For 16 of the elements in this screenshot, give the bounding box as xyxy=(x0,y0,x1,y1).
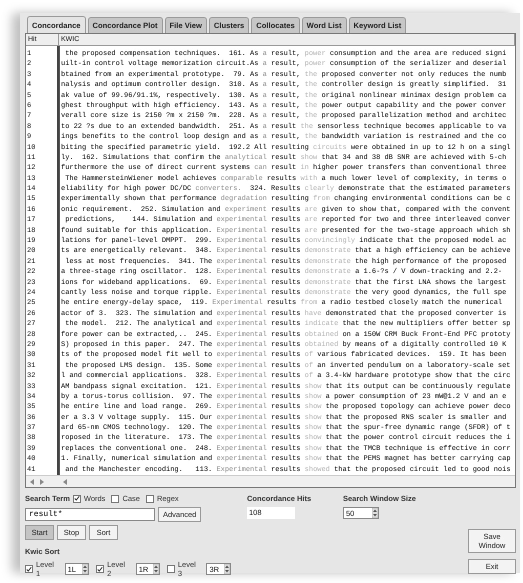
scrollbar[interactable] xyxy=(59,475,515,488)
checkbox[interactable] xyxy=(96,565,104,573)
checkbox[interactable] xyxy=(72,494,81,502)
checkbox[interactable] xyxy=(25,565,33,573)
scrollbar[interactable] xyxy=(26,475,59,488)
left-arrow-icon[interactable] xyxy=(63,478,67,485)
right-arrow-icon[interactable] xyxy=(40,478,44,485)
checkbox[interactable] xyxy=(167,565,175,573)
spinner-arrows-icon[interactable] xyxy=(82,564,88,574)
spinner-arrows-icon[interactable] xyxy=(224,564,230,574)
spinner-arrows-icon[interactable] xyxy=(153,564,160,574)
spinner-arrows-icon[interactable] xyxy=(372,508,378,518)
search-field[interactable]: result* xyxy=(25,508,155,521)
checkbox[interactable] xyxy=(111,494,120,502)
left-arrow-icon[interactable] xyxy=(30,478,34,485)
checkbox[interactable] xyxy=(146,494,154,502)
